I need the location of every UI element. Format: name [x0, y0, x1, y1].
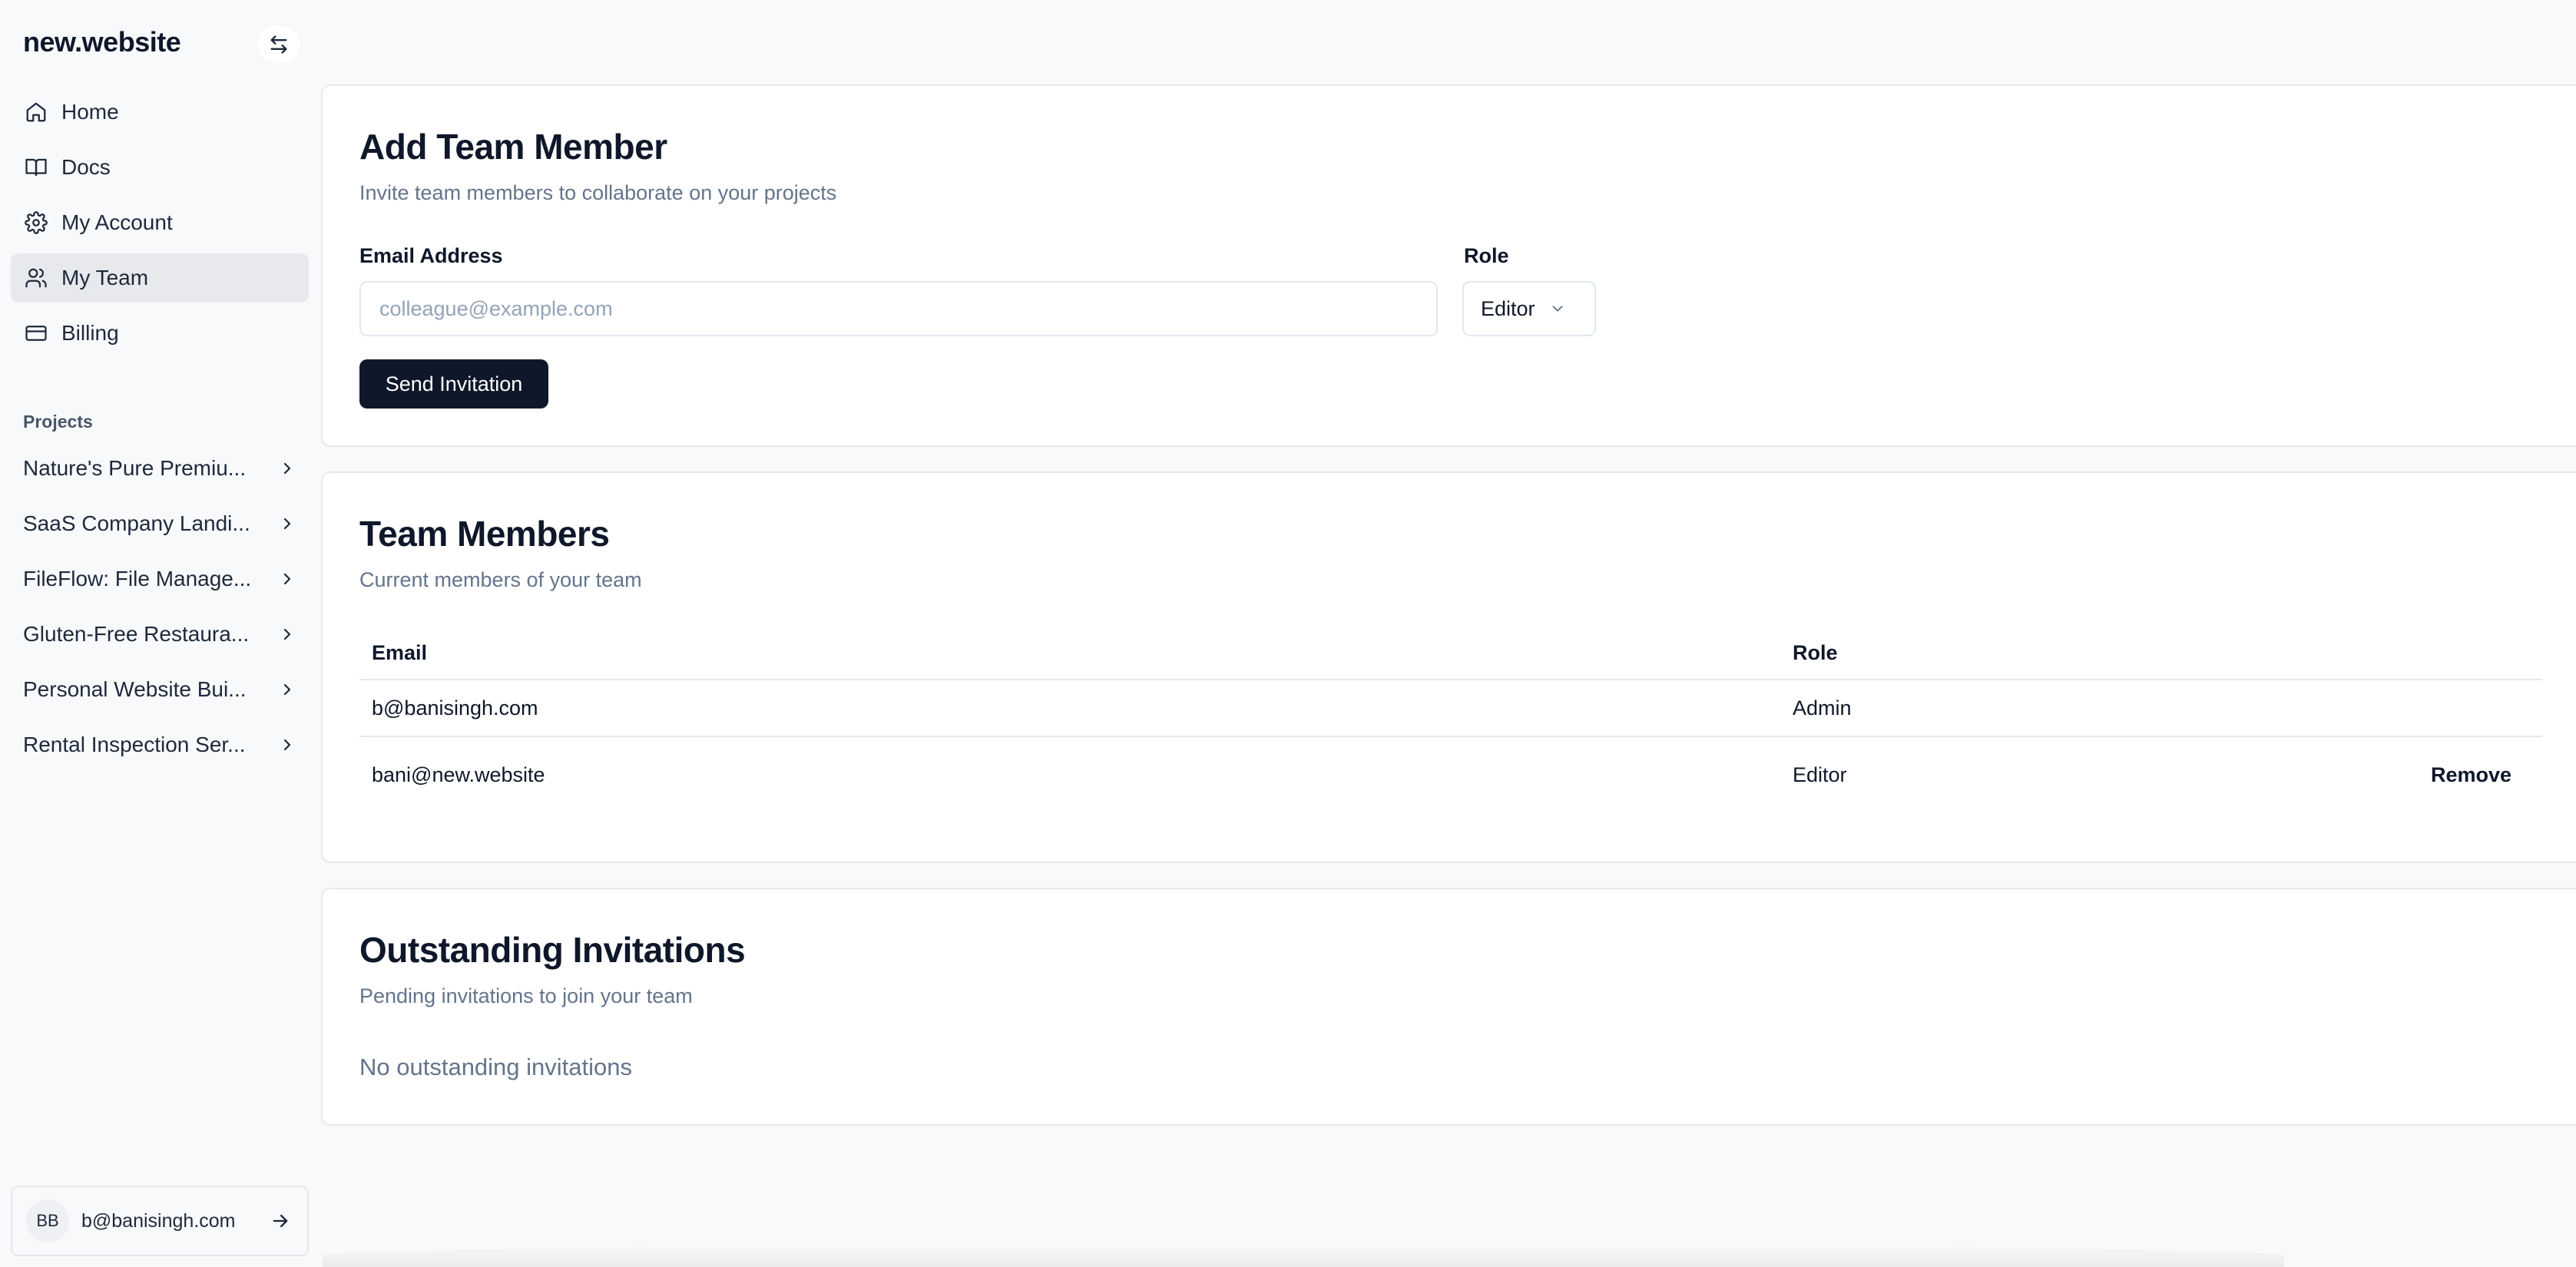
card-subtitle: Current members of your team: [359, 568, 642, 591]
user-email: b@banisingh.com: [81, 1209, 236, 1232]
member-role: Admin: [1793, 696, 1852, 720]
email-field-label: Email Address: [359, 244, 503, 267]
card-title: Add Team Member: [359, 127, 667, 167]
gear-icon: [23, 210, 49, 236]
project-item[interactable]: SaaS Company Landi...: [11, 499, 309, 548]
card-title: Outstanding Invitations: [359, 930, 746, 970]
project-item[interactable]: Gluten-Free Restaura...: [11, 610, 309, 659]
member-email: b@banisingh.com: [372, 696, 538, 720]
nav-item-label: Billing: [61, 321, 119, 345]
table-header: Email Role: [359, 627, 2542, 680]
nav-item-label: Docs: [61, 155, 111, 179]
projects-section-label: Projects: [23, 412, 93, 432]
card-subtitle: Invite team members to collaborate on yo…: [359, 181, 837, 204]
member-email: bani@new.website: [372, 763, 545, 786]
project-item[interactable]: Rental Inspection Ser...: [11, 720, 309, 769]
avatar: BB: [26, 1199, 69, 1242]
chevron-right-icon: [283, 739, 291, 751]
add-team-member-card: Add Team Member Invite team members to c…: [321, 84, 2576, 447]
app: new.website Home Docs My Account My Team…: [0, 0, 2576, 1267]
outstanding-invitations-card: Outstanding Invitations Pending invitati…: [321, 888, 2576, 1126]
member-role: Editor: [1793, 763, 1847, 786]
project-label: Gluten-Free Restaura...: [23, 622, 250, 646]
main-nav: Home Docs My Account My Team Billing: [11, 88, 309, 364]
user-card[interactable]: BB b@banisingh.com: [11, 1186, 309, 1256]
nav-item-my-team[interactable]: My Team: [11, 253, 309, 303]
card-subtitle: Pending invitations to join your team: [359, 984, 693, 1007]
nav-item-label: My Team: [61, 266, 149, 289]
role-select[interactable]: Editor: [1462, 281, 1596, 336]
email-field[interactable]: [359, 281, 1438, 336]
empty-state-text: No outstanding invitations: [359, 1054, 633, 1080]
nav-item-home[interactable]: Home: [11, 88, 309, 137]
projects-list: Nature's Pure Premiu... SaaS Company Lan…: [11, 444, 309, 776]
users-icon: [23, 265, 49, 291]
nav-item-label: Home: [61, 100, 119, 124]
column-header-email: Email: [372, 640, 428, 664]
team-members-card: Team Members Current members of your tea…: [321, 471, 2576, 863]
send-invitation-button[interactable]: Send Invitation: [359, 359, 548, 409]
column-header-role: Role: [1793, 640, 1838, 664]
project-item[interactable]: Personal Website Bui...: [11, 665, 309, 714]
card-title: Team Members: [359, 514, 610, 554]
remove-member-button[interactable]: Remove: [2431, 763, 2511, 787]
chevron-right-icon: [283, 518, 291, 530]
collapse-sidebar-button[interactable]: [258, 26, 300, 63]
table-row: b@banisingh.com Admin: [359, 680, 2542, 737]
chevron-right-icon: [283, 628, 291, 640]
role-select-value: Editor: [1481, 296, 1535, 320]
swap-arrows-icon: [270, 35, 287, 54]
bottom-shadow: [323, 1244, 2284, 1267]
home-icon: [23, 99, 49, 125]
team-members-table: Email Role b@banisingh.com Admin bani@ne…: [359, 627, 2542, 812]
table-row: bani@new.website Editor Remove: [359, 737, 2542, 812]
chevron-right-icon: [283, 573, 291, 585]
project-label: FileFlow: File Manage...: [23, 567, 252, 590]
book-icon: [23, 154, 49, 180]
arrow-right-icon[interactable]: [267, 1208, 293, 1234]
project-item[interactable]: Nature's Pure Premiu...: [11, 444, 309, 493]
nav-item-my-account[interactable]: My Account: [11, 198, 309, 247]
project-label: SaaS Company Landi...: [23, 511, 250, 535]
project-label: Personal Website Bui...: [23, 677, 247, 701]
nav-item-docs[interactable]: Docs: [11, 143, 309, 192]
role-field-label: Role: [1464, 244, 1509, 267]
chevron-right-icon: [283, 683, 291, 696]
project-label: Rental Inspection Ser...: [23, 733, 246, 756]
brand-logo[interactable]: new.website: [23, 26, 181, 58]
credit-card-icon: [23, 320, 49, 346]
project-item[interactable]: FileFlow: File Manage...: [11, 554, 309, 604]
chevron-right-icon: [283, 462, 291, 475]
nav-item-label: My Account: [61, 210, 173, 234]
chevron-down-icon: [1549, 300, 1566, 317]
nav-item-billing[interactable]: Billing: [11, 309, 309, 358]
project-label: Nature's Pure Premiu...: [23, 456, 247, 480]
sidebar: new.website Home Docs My Account My Team…: [0, 0, 318, 1267]
